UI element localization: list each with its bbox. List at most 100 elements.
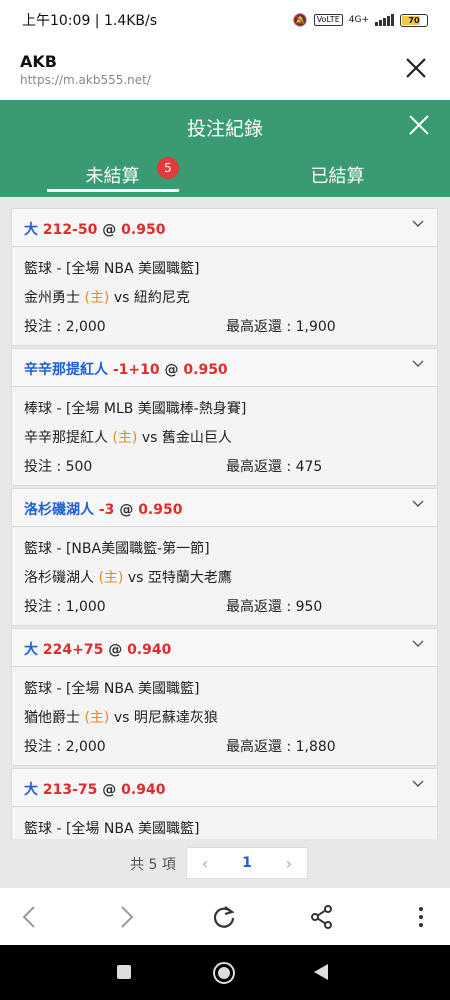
bet-league: 籃球 - [全場 NBA 美國職籃] (24, 261, 200, 277)
home-icon[interactable] (212, 961, 236, 985)
more-menu-icon[interactable] (407, 903, 435, 931)
bet-match: 辛辛那提紅人 (主) vs 舊金山巨人 (24, 424, 425, 453)
back-nav-icon[interactable] (312, 963, 330, 981)
site-url[interactable]: https://m.akb555.net/ (20, 73, 430, 87)
home-team: 辛辛那提紅人 (24, 430, 108, 446)
bet-stake: 投注 : 2,000 (24, 319, 106, 335)
bet-odds: 0.940 (121, 782, 166, 798)
recent-apps-icon[interactable] (116, 964, 132, 980)
bet-selection: 大 (24, 222, 38, 238)
total-count: 共 5 項 (130, 857, 176, 873)
bet-max-payout: 最高返還 : 950 (226, 599, 323, 615)
bet-card[interactable]: 大 224+75 @ 0.940 籃球 - [全場 NBA 美國職籃] 猶他爵士… (11, 628, 438, 766)
tab-settled[interactable]: 已結算 (225, 152, 450, 197)
bet-card[interactable]: 大 212-50 @ 0.950 籃球 - [全場 NBA 美國職籃] 金州勇士… (11, 208, 438, 346)
prev-page-icon[interactable]: ‹ (187, 848, 223, 878)
bet-handicap: 212-50 (42, 222, 98, 238)
pagination: 共 5 項 ‹ 1 › (0, 839, 450, 887)
bet-stake: 投注 : 2,000 (24, 739, 106, 755)
bet-card-header[interactable]: 辛辛那提紅人 -1+10 @ 0.950 (12, 349, 437, 387)
bet-selection: 大 (24, 782, 38, 798)
tab-unsettled[interactable]: 未結算 5 (0, 152, 225, 197)
home-tag: (主) (98, 570, 124, 586)
bet-odds: 0.950 (121, 222, 166, 238)
tab-unsettled-label: 未結算 (85, 165, 140, 187)
current-page[interactable]: 1 (223, 855, 271, 871)
bet-league: 籃球 - [全場 NBA 美國職籃] (24, 681, 200, 697)
bet-max-payout: 最高返還 : 1,880 (226, 739, 336, 755)
bet-odds: 0.950 (183, 362, 228, 378)
bet-league: 棒球 - [全場 MLB 美國職棒-熱身賽] (24, 401, 247, 417)
home-team: 金州勇士 (24, 290, 80, 306)
home-tag: (主) (84, 290, 110, 306)
mute-icon: 🔕 (292, 13, 308, 27)
bet-at: @ (102, 222, 117, 238)
chevron-down-icon[interactable] (411, 357, 425, 371)
bet-handicap: 213-75 (42, 782, 98, 798)
vs-label: vs (113, 290, 130, 306)
next-page-icon[interactable]: › (271, 848, 307, 878)
battery-icon: 70 (400, 13, 428, 27)
bet-handicap: -1+10 (112, 362, 160, 378)
signal-icon (375, 14, 394, 26)
home-team: 猶他爵士 (24, 710, 80, 726)
away-team: 明尼蘇達灰狼 (133, 710, 218, 726)
browser-url-bar: AKB https://m.akb555.net/ (0, 40, 450, 100)
bet-card-header[interactable]: 大 213-75 @ 0.940 (12, 769, 437, 807)
bet-card[interactable]: 辛辛那提紅人 -1+10 @ 0.950 棒球 - [全場 MLB 美國職棒-熱… (11, 348, 438, 486)
battery-level: 70 (408, 15, 420, 25)
bet-handicap: -3 (98, 502, 115, 518)
refresh-icon[interactable] (210, 903, 238, 931)
bet-card-header[interactable]: 洛杉磯湖人 -3 @ 0.950 (12, 489, 437, 527)
vs-label: vs (127, 570, 144, 586)
away-team: 亞特蘭大老鷹 (147, 570, 232, 586)
unsettled-count-badge: 5 (157, 157, 179, 179)
system-nav-bar (0, 945, 450, 1000)
bet-match: 洛杉磯湖人 (主) vs 亞特蘭大老鷹 (24, 564, 425, 593)
browser-toolbar (0, 887, 450, 945)
modal-header: 投注紀錄 未結算 5 已結算 (0, 100, 450, 197)
bet-card-header[interactable]: 大 212-50 @ 0.950 (12, 209, 437, 247)
chevron-down-icon[interactable] (411, 497, 425, 511)
vs-label: vs (141, 430, 158, 446)
home-tag: (主) (112, 430, 138, 446)
home-tag: (主) (84, 710, 110, 726)
tab-settled-label: 已結算 (310, 165, 365, 187)
bet-max-payout: 最高返還 : 475 (226, 459, 323, 475)
bet-at: @ (164, 362, 179, 378)
tab-bar: 未結算 5 已結算 (0, 152, 450, 197)
bet-at: @ (119, 502, 134, 518)
modal-close-icon[interactable] (406, 112, 432, 138)
status-bar: 上午10:09 | 1.4KB/s 🔕 VoLTE 4G+ 70 (0, 0, 450, 40)
bet-league: 籃球 - [NBA美國職籃-第一節] (24, 541, 210, 557)
bet-selection: 大 (24, 642, 38, 658)
close-icon[interactable] (402, 54, 430, 82)
network-type: 4G+ (348, 15, 369, 25)
home-team: 洛杉磯湖人 (24, 570, 94, 586)
chevron-down-icon[interactable] (411, 637, 425, 651)
bet-selection: 辛辛那提紅人 (24, 362, 108, 378)
bet-at: @ (108, 642, 123, 658)
bet-selection: 洛杉磯湖人 (24, 502, 94, 518)
bet-handicap: 224+75 (42, 642, 104, 658)
volte-badge: VoLTE (313, 14, 343, 26)
away-team: 舊金山巨人 (161, 430, 232, 446)
bet-at: @ (102, 782, 117, 798)
vs-label: vs (113, 710, 130, 726)
chevron-down-icon[interactable] (411, 777, 425, 791)
status-time: 上午10:09 | 1.4KB/s (22, 13, 158, 29)
chevron-down-icon[interactable] (411, 217, 425, 231)
bet-list: 大 212-50 @ 0.950 籃球 - [全場 NBA 美國職籃] 金州勇士… (0, 197, 450, 887)
site-name: AKB (20, 52, 57, 71)
bet-max-payout: 最高返還 : 1,900 (226, 319, 336, 335)
bet-card[interactable]: 洛杉磯湖人 -3 @ 0.950 籃球 - [NBA美國職籃-第一節] 洛杉磯湖… (11, 488, 438, 626)
bet-card-header[interactable]: 大 224+75 @ 0.940 (12, 629, 437, 667)
share-icon[interactable] (308, 903, 336, 931)
bet-match: 金州勇士 (主) vs 紐約尼克 (24, 284, 425, 313)
status-icons: 🔕 VoLTE 4G+ 70 (293, 13, 428, 27)
bet-odds: 0.950 (138, 502, 183, 518)
forward-icon[interactable] (112, 903, 140, 931)
bet-odds: 0.940 (127, 642, 172, 658)
back-icon[interactable] (16, 903, 44, 931)
pager-box: ‹ 1 › (186, 847, 308, 879)
